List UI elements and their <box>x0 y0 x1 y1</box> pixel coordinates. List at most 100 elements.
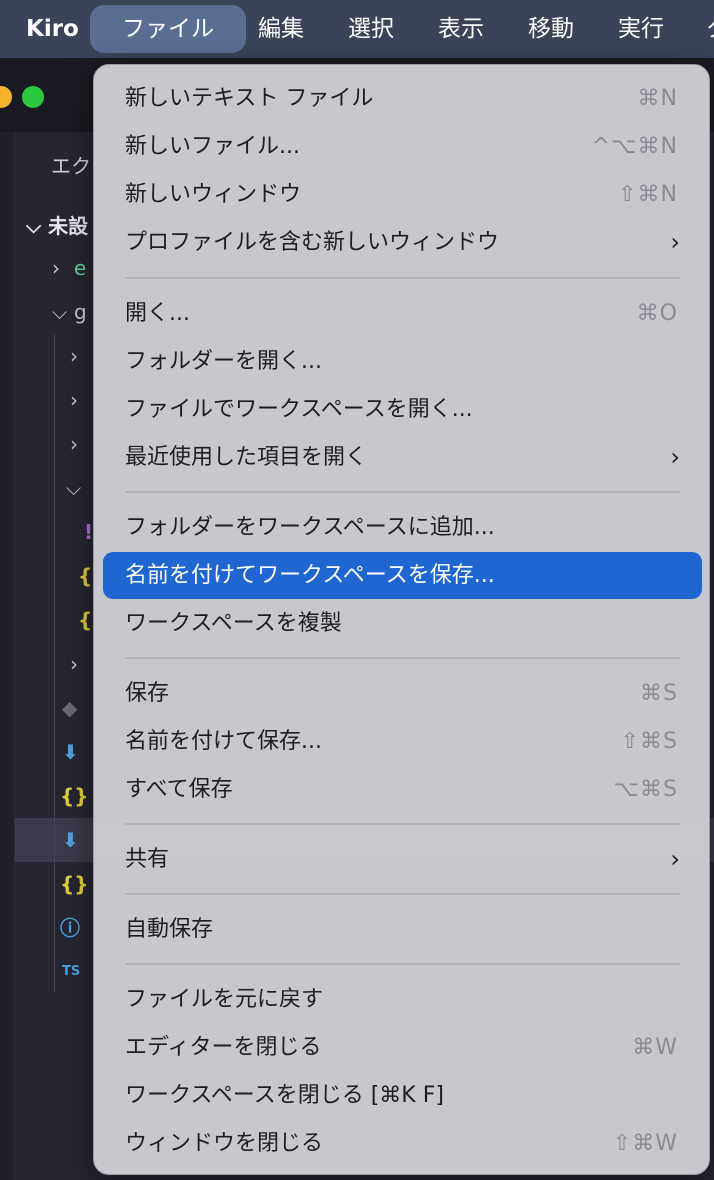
menu-item-shortcut: ⌘W <box>632 1035 678 1060</box>
menu-item-label: 名前を付けて保存... <box>125 729 322 754</box>
menu-item-label: 新しいテキスト ファイル <box>125 86 374 111</box>
menu-item-close-window[interactable]: ウィンドウを閉じる ⇧⌘W <box>103 1120 702 1167</box>
menu-item-label: 開く... <box>125 301 190 326</box>
menu-item-new-text-file[interactable]: 新しいテキスト ファイル ⌘N <box>103 75 702 122</box>
menu-item-label: すべて保存 <box>125 777 233 802</box>
menu-item-shortcut: ⌘N <box>637 86 678 111</box>
menu-separator <box>125 277 680 279</box>
menu-item-label: 共有 <box>125 847 170 872</box>
menu-item-label: ワークスペースを閉じる [⌘K F] <box>125 1083 444 1108</box>
menu-item-label: ワークスペースを複製 <box>125 611 342 636</box>
json-braces-icon: {} <box>60 872 89 896</box>
indent-guide <box>54 334 55 992</box>
menu-item-label: フォルダーをワークスペースに追加... <box>125 515 495 540</box>
json-file-icon: { <box>78 564 93 588</box>
minimize-window-button[interactable] <box>0 86 12 108</box>
menu-go[interactable]: 移動 <box>528 0 574 58</box>
menu-run[interactable]: 実行 <box>618 0 664 58</box>
menu-item-open-folder[interactable]: フォルダーを開く... <box>103 338 702 385</box>
chevron-right-icon: › <box>670 228 680 256</box>
typescript-file-icon: TS <box>62 964 81 979</box>
menu-item-label: プロファイルを含む新しいウィンドウ <box>125 230 500 255</box>
tree-subfolder[interactable]: › <box>70 642 92 686</box>
menu-separator <box>125 823 680 825</box>
chevron-right-icon: › <box>670 845 680 873</box>
menu-item-shortcut: ⌘S <box>640 681 678 706</box>
menu-item-label: エディターを閉じる <box>125 1035 322 1060</box>
tree-subfolder[interactable]: › <box>70 378 92 422</box>
chevron-right-icon: › <box>70 432 78 456</box>
menu-separator <box>125 963 680 965</box>
menu-item-new-window[interactable]: 新しいウィンドウ ⇧⌘N <box>103 171 702 218</box>
menu-item-label: 新しいウィンドウ <box>125 182 302 207</box>
chevron-right-icon: › <box>70 344 78 368</box>
menu-item-new-file[interactable]: 新しいファイル... ^⌥⌘N <box>103 123 702 170</box>
zoom-window-button[interactable] <box>22 86 44 108</box>
menu-item-revert-file[interactable]: ファイルを元に戻す <box>103 976 702 1023</box>
explorer-title: エク <box>51 154 91 178</box>
explorer-section-header[interactable]: ⌵ 未設 <box>26 210 88 239</box>
chevron-down-icon: ⌵ <box>26 214 49 238</box>
chevron-right-icon: › <box>70 652 78 676</box>
tree-item-folder[interactable]: ⌵ g <box>52 290 87 334</box>
menu-item-shortcut: ^⌥⌘N <box>591 134 678 159</box>
menu-item-label: ウィンドウを閉じる <box>125 1131 324 1156</box>
json-braces-icon: {} <box>60 784 89 808</box>
menu-item-label: 最近使用した項目を開く <box>125 445 368 470</box>
tree-item-label: g <box>74 300 87 324</box>
menu-view[interactable]: 表示 <box>438 0 484 58</box>
menu-item-label: 名前を付けてワークスペースを保存... <box>125 563 495 588</box>
menu-edit[interactable]: 編集 <box>258 0 304 58</box>
menu-separator <box>125 657 680 659</box>
menu-item-label: 自動保存 <box>125 917 214 942</box>
tree-subfolder[interactable]: › <box>70 422 92 466</box>
menu-item-open-recent[interactable]: 最近使用した項目を開く › <box>103 434 702 481</box>
section-label: 未設 <box>48 214 89 238</box>
info-icon: ⓘ <box>60 916 80 940</box>
menu-item-shortcut: ⌘O <box>636 301 678 326</box>
yaml-file-icon: ! <box>84 520 94 544</box>
activity-bar <box>0 132 15 1180</box>
menu-selection[interactable]: 選択 <box>348 0 394 58</box>
menu-item-share[interactable]: 共有 › <box>103 836 702 883</box>
menu-item-close-workspace[interactable]: ワークスペースを閉じる [⌘K F] <box>103 1072 702 1119</box>
menu-item-auto-save[interactable]: 自動保存 <box>103 906 702 953</box>
chevron-right-icon: › <box>670 443 680 471</box>
tree-subfolder[interactable]: ⌵ <box>66 466 88 510</box>
app-menu-kiro[interactable]: Kiro <box>26 0 79 58</box>
menu-item-duplicate-workspace[interactable]: ワークスペースを複製 <box>103 600 702 647</box>
macos-menu-bar: Kiro ファイル 編集 選択 表示 移動 実行 タ <box>0 0 714 58</box>
menu-item-shortcut: ⇧⌘S <box>620 729 678 754</box>
file-dropdown-menu: 新しいテキスト ファイル ⌘N 新しいファイル... ^⌥⌘N 新しいウィンドウ… <box>93 64 710 1175</box>
menu-separator <box>125 491 680 493</box>
menu-item-new-window-with-profile[interactable]: プロファイルを含む新しいウィンドウ › <box>103 219 702 266</box>
menu-terminal-partial[interactable]: タ <box>706 0 714 58</box>
menu-file[interactable]: ファイル <box>90 5 246 53</box>
git-file-icon: ◆ <box>62 696 78 720</box>
menu-item-open[interactable]: 開く... ⌘O <box>103 290 702 337</box>
chevron-right-icon: › <box>52 256 60 280</box>
tree-subfolder[interactable]: › <box>70 334 92 378</box>
menu-item-save-workspace-as[interactable]: 名前を付けてワークスペースを保存... <box>103 552 702 599</box>
menu-item-label: 新しいファイル... <box>125 134 300 159</box>
menu-item-label: フォルダーを開く... <box>125 349 322 374</box>
download-arrow-icon: ⬇ <box>62 740 79 764</box>
menu-item-save-all[interactable]: すべて保存 ⌥⌘S <box>103 766 702 813</box>
menu-item-open-workspace-from-file[interactable]: ファイルでワークスペースを開く... <box>103 386 702 433</box>
chevron-right-icon: › <box>70 388 78 412</box>
menu-item-add-folder-to-workspace[interactable]: フォルダーをワークスペースに追加... <box>103 504 702 551</box>
menu-item-save[interactable]: 保存 ⌘S <box>103 670 702 717</box>
menu-item-shortcut: ⇧⌘W <box>612 1131 678 1156</box>
menu-item-label: ファイルでワークスペースを開く... <box>125 397 473 422</box>
download-arrow-icon: ⬇ <box>62 828 79 852</box>
tree-item-folder[interactable]: › e <box>52 246 86 290</box>
menu-item-shortcut: ⇧⌘N <box>618 182 678 207</box>
menu-item-save-as[interactable]: 名前を付けて保存... ⇧⌘S <box>103 718 702 765</box>
menu-item-label: ファイルを元に戻す <box>125 987 324 1012</box>
tree-item-label: e <box>74 256 87 280</box>
chevron-down-icon: ⌵ <box>52 300 68 324</box>
menu-item-label: 保存 <box>125 681 170 706</box>
menu-item-close-editor[interactable]: エディターを閉じる ⌘W <box>103 1024 702 1071</box>
menu-separator <box>125 893 680 895</box>
menu-item-shortcut: ⌥⌘S <box>613 777 678 802</box>
